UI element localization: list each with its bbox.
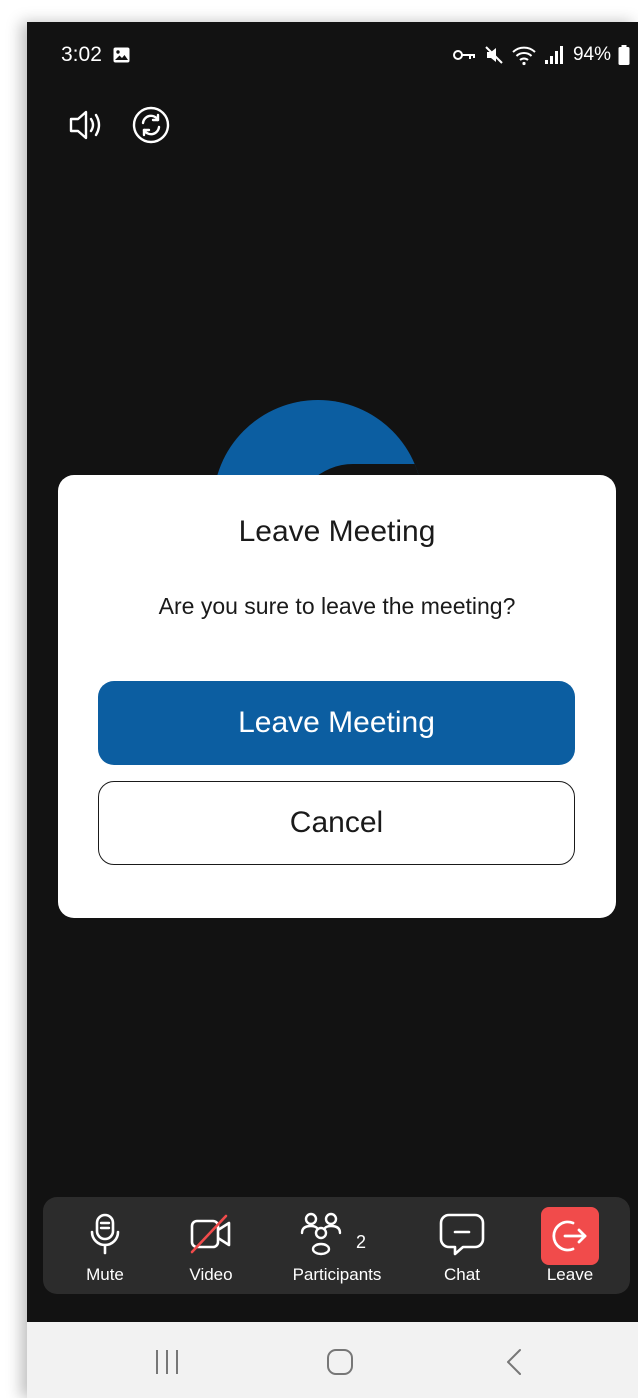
microphone-icon	[90, 1213, 120, 1255]
participants-icon	[300, 1212, 342, 1256]
battery-icon	[618, 45, 630, 65]
wifi-icon	[512, 46, 536, 66]
mute-button[interactable]: Mute	[65, 1197, 145, 1294]
video-off-icon	[190, 1214, 231, 1254]
speaker-icon[interactable]	[67, 105, 107, 145]
status-icons: 94%	[452, 42, 630, 68]
dialog-message: Are you sure to leave the meeting?	[158, 593, 516, 619]
mute-label: Mute	[86, 1265, 124, 1284]
video-label: Video	[189, 1265, 233, 1284]
switch-camera-icon[interactable]	[131, 105, 171, 145]
participants-button[interactable]: 2 Participants	[275, 1197, 399, 1294]
back-icon[interactable]	[494, 1342, 534, 1382]
leave-button[interactable]: Leave	[530, 1197, 610, 1294]
phone-screen: 3:02 94% Leave Meeting Are you sure to l…	[27, 22, 638, 1398]
meeting-toolbar: Mute Video 2 Participants Chat Leave	[43, 1197, 630, 1294]
key-icon	[452, 50, 475, 60]
leave-meeting-dialog: Leave Meeting Are you sure to leave the …	[58, 475, 616, 918]
dialog-title: Leave Meeting	[238, 515, 436, 548]
home-icon[interactable]	[320, 1342, 360, 1382]
leave-meeting-button[interactable]: Leave Meeting	[98, 681, 575, 765]
leave-button-background	[541, 1207, 599, 1265]
exit-icon	[552, 1220, 587, 1252]
mute-icon	[485, 46, 503, 64]
status-time: 3:02	[61, 43, 102, 66]
recent-apps-icon[interactable]	[147, 1342, 187, 1382]
participants-label: Participants	[292, 1265, 382, 1284]
chat-button[interactable]: Chat	[422, 1197, 502, 1294]
system-navigation-bar	[27, 1322, 638, 1398]
chat-icon	[439, 1213, 485, 1256]
video-button[interactable]: Video	[171, 1197, 251, 1294]
gallery-icon	[113, 47, 130, 63]
cancel-button[interactable]: Cancel	[98, 781, 575, 865]
chat-label: Chat	[444, 1265, 480, 1284]
leave-label: Leave	[546, 1265, 594, 1284]
battery-percent: 94%	[572, 44, 611, 65]
status-bar: 3:02 94%	[27, 22, 638, 86]
participants-count: 2	[356, 1232, 367, 1252]
signal-icon	[544, 46, 563, 64]
